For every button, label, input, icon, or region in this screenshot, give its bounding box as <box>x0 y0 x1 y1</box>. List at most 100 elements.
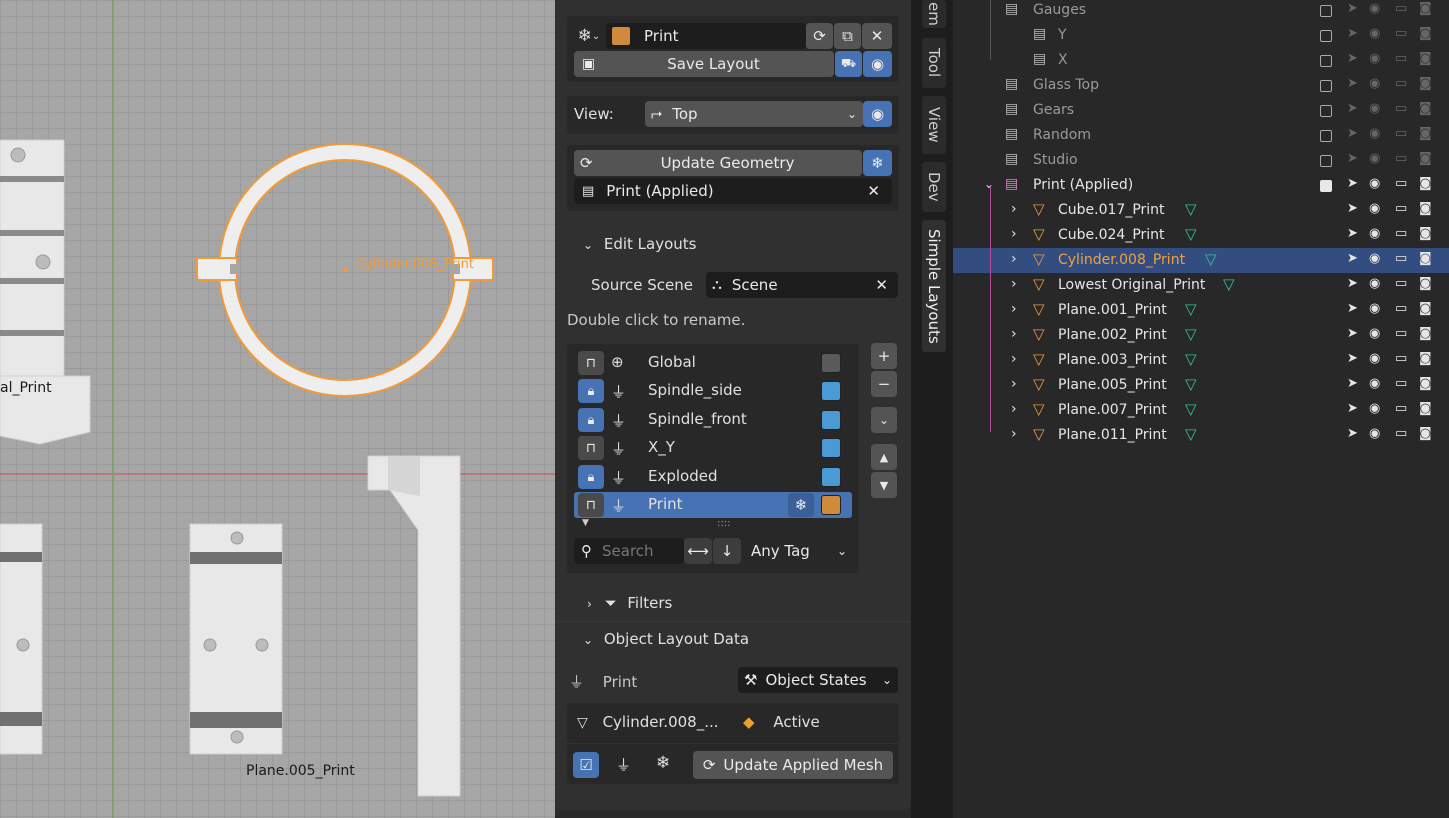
edit-layouts-header[interactable]: ⌄ Edit Layouts <box>583 235 696 253</box>
select-arrow-icon[interactable]: ➤ <box>1347 1 1358 16</box>
select-arrow-icon[interactable]: ➤ <box>1347 151 1358 166</box>
eye-icon[interactable]: ◉ <box>1369 126 1380 141</box>
eye-icon[interactable]: ◉ <box>1369 1 1380 16</box>
mesh-data-icon[interactable]: ▽ <box>1185 350 1197 368</box>
monitor-icon[interactable]: ▭ <box>1395 426 1407 441</box>
chevron-right-icon[interactable]: › <box>1011 376 1017 392</box>
select-arrow-icon[interactable]: ➤ <box>1347 201 1358 216</box>
view-eye-toggle[interactable]: ◉ <box>863 101 892 127</box>
remove-layout-button[interactable]: ✕ <box>862 23 892 49</box>
outliner-row[interactable]: › ▽ ▽ Plane.007_Print ➤ ◉ ▭ ◙ <box>953 398 1449 423</box>
layout-color-swatch[interactable] <box>821 495 841 515</box>
save-layout-button[interactable]: ▣ Save Layout <box>574 51 834 77</box>
outliner-row[interactable]: ▤ Gauges ➤ ◉ ▭ ◙ <box>953 0 1449 23</box>
mesh-data-icon[interactable]: ▽ <box>1185 300 1197 318</box>
select-arrow-icon[interactable]: ➤ <box>1347 426 1358 441</box>
camera-icon[interactable]: ◙ <box>1419 376 1432 391</box>
mesh-data-icon[interactable]: ▽ <box>1185 425 1197 443</box>
select-arrow-icon[interactable]: ➤ <box>1347 326 1358 341</box>
select-arrow-icon[interactable]: ➤ <box>1347 226 1358 241</box>
layout-color-swatch[interactable] <box>821 381 841 401</box>
list-expand-icon[interactable]: ▼ <box>582 518 589 528</box>
layout-list-item[interactable]: ⊓ ⏚ X_Y <box>574 435 852 461</box>
eye-icon[interactable]: ◉ <box>1369 301 1380 316</box>
monitor-icon[interactable]: ▭ <box>1395 226 1407 241</box>
enabled-checkbox[interactable]: ☑ <box>573 752 599 778</box>
camera-icon[interactable]: ◙ <box>1419 276 1432 291</box>
sort-down-button[interactable]: ↓ <box>713 538 741 564</box>
unlock-icon[interactable]: ⊓ <box>578 351 604 375</box>
visibility-toggle[interactable]: ◉ <box>863 51 892 77</box>
select-arrow-icon[interactable]: ➤ <box>1347 276 1358 291</box>
exclude-checkbox[interactable] <box>1320 55 1332 67</box>
monitor-icon[interactable]: ▭ <box>1395 151 1407 166</box>
update-geometry-button[interactable]: ⟳ Update Geometry <box>574 150 862 176</box>
auto-save-button[interactable]: ⛟ <box>835 51 862 77</box>
exclude-checkbox[interactable] <box>1320 130 1332 142</box>
camera-icon[interactable]: ◙ <box>1419 151 1432 166</box>
camera-icon[interactable]: ◙ <box>1419 226 1432 241</box>
select-arrow-icon[interactable]: ➤ <box>1347 401 1358 416</box>
monitor-icon[interactable]: ▭ <box>1395 26 1407 41</box>
mesh-data-icon[interactable]: ▽ <box>1223 275 1235 293</box>
chevron-right-icon[interactable]: › <box>1011 426 1017 442</box>
mesh-data-icon[interactable]: ▽ <box>1205 250 1217 268</box>
exclude-checkbox[interactable] <box>1320 80 1332 92</box>
outliner-row[interactable]: › ▽ ▽ Cube.024_Print ➤ ◉ ▭ ◙ <box>953 223 1449 248</box>
monitor-icon[interactable]: ▭ <box>1395 326 1407 341</box>
select-arrow-icon[interactable]: ➤ <box>1347 126 1358 141</box>
eye-icon[interactable]: ◉ <box>1369 101 1380 116</box>
monitor-icon[interactable]: ▭ <box>1395 301 1407 316</box>
chevron-right-icon[interactable]: › <box>1011 201 1017 217</box>
select-arrow-icon[interactable]: ➤ <box>1347 76 1358 91</box>
tag-filter-select[interactable]: Any Tag ⌄ <box>741 538 853 564</box>
exclude-checkbox[interactable] <box>1320 30 1332 42</box>
list-resize-handle[interactable]: :::: <box>717 518 730 529</box>
eye-icon[interactable]: ◉ <box>1369 226 1380 241</box>
layout-browse-button[interactable]: ❄ ⌄ <box>572 23 606 49</box>
tab-item[interactable]: em <box>922 0 946 28</box>
remove-layout-list-button[interactable]: − <box>871 371 897 397</box>
monitor-icon[interactable]: ▭ <box>1395 251 1407 266</box>
outliner-row[interactable]: › ▽ ▽ Cube.017_Print ➤ ◉ ▭ ◙ <box>953 198 1449 223</box>
chevron-right-icon[interactable]: › <box>1011 351 1017 367</box>
snowflake-icon[interactable]: ❄ <box>656 753 670 773</box>
eye-icon[interactable]: ◉ <box>1369 351 1380 366</box>
duplicate-button[interactable]: ⧉ <box>834 23 861 49</box>
move-up-button[interactable]: ▲ <box>871 444 897 470</box>
camera-icon[interactable]: ◙ <box>1419 301 1432 316</box>
filters-header[interactable]: › ⏷ Filters <box>587 594 672 612</box>
layout-name-field[interactable]: Print <box>606 23 806 49</box>
outliner-row[interactable]: ⌄ ▤ Print (Applied) ➤ ◉ ▭ ◙ <box>953 173 1449 198</box>
select-arrow-icon[interactable]: ➤ <box>1347 301 1358 316</box>
snowflake-icon[interactable]: ❄ <box>788 493 814 517</box>
select-arrow-icon[interactable]: ➤ <box>1347 101 1358 116</box>
mesh-data-icon[interactable]: ▽ <box>1185 325 1197 343</box>
chevron-right-icon[interactable]: › <box>1011 276 1017 292</box>
camera-icon[interactable]: ◙ <box>1419 1 1432 16</box>
camera-icon[interactable]: ◙ <box>1419 126 1432 141</box>
layout-color-swatch[interactable] <box>821 438 841 458</box>
mesh-data-icon[interactable]: ▽ <box>1185 400 1197 418</box>
layout-plane-icon[interactable]: ⏚ <box>616 754 631 775</box>
layout-color-swatch[interactable] <box>821 353 841 373</box>
monitor-icon[interactable]: ▭ <box>1395 401 1407 416</box>
eye-icon[interactable]: ◉ <box>1369 176 1380 191</box>
tab-simple-layouts[interactable]: Simple Layouts <box>922 220 946 352</box>
layout-list-item[interactable]: ⊓ ⏚ Print ❄ <box>574 492 852 518</box>
eye-icon[interactable]: ◉ <box>1369 376 1380 391</box>
exclude-checkbox[interactable] <box>1320 105 1332 117</box>
camera-icon[interactable]: ◙ <box>1419 326 1432 341</box>
outliner-row[interactable]: ▤ X ➤ ◉ ▭ ◙ <box>953 48 1449 73</box>
monitor-icon[interactable]: ▭ <box>1395 126 1407 141</box>
monitor-icon[interactable]: ▭ <box>1395 1 1407 16</box>
monitor-icon[interactable]: ▭ <box>1395 376 1407 391</box>
chevron-right-icon[interactable]: › <box>1011 401 1017 417</box>
freeze-toggle[interactable]: ❄ <box>863 150 892 176</box>
eye-icon[interactable]: ◉ <box>1369 76 1380 91</box>
lock-icon[interactable]: 🔒︎ <box>578 408 604 432</box>
layout-list-item[interactable]: 🔒︎ ⏚ Spindle_side <box>574 378 852 404</box>
object-states-select[interactable]: ⚒ Object States ⌄ <box>738 667 898 693</box>
select-arrow-icon[interactable]: ➤ <box>1347 176 1358 191</box>
monitor-icon[interactable]: ▭ <box>1395 176 1407 191</box>
